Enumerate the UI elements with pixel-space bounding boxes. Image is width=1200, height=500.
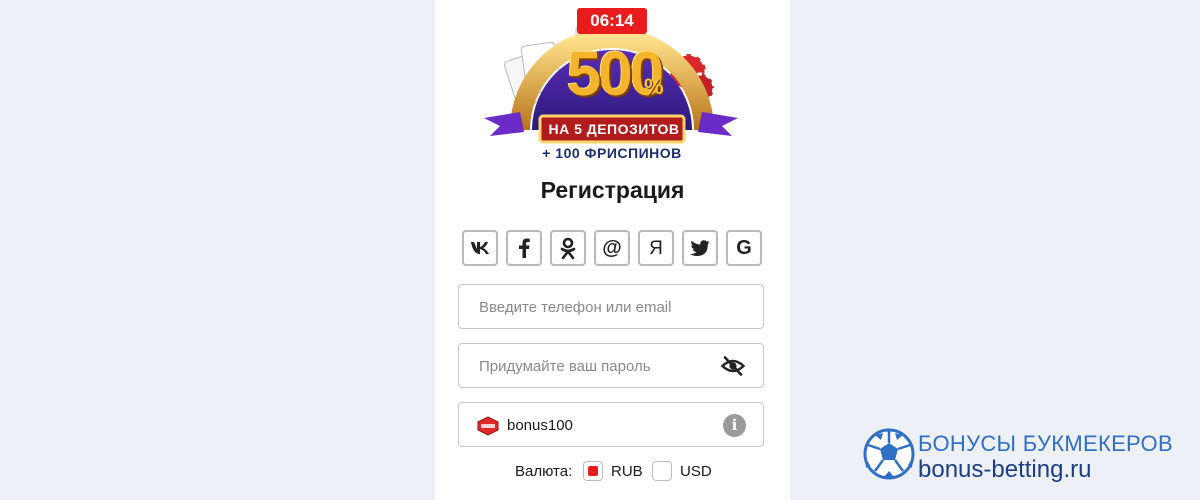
bonus-banner: 500 % НА 5 ДЕПОЗИТОВ + 100 ФРИСПИНОВ	[480, 20, 742, 166]
promo-code-input[interactable]: bonus100 i	[458, 402, 764, 447]
twitter-icon	[690, 239, 710, 256]
facebook-icon	[519, 238, 530, 258]
odnoklassniki-login-button[interactable]	[550, 230, 586, 266]
yandex-icon: Я	[649, 237, 663, 259]
watermark-url: bonus-betting.ru	[918, 456, 1092, 483]
vk-login-button[interactable]	[462, 230, 498, 266]
bonus-ribbon-text: НА 5 ДЕПОЗИТОВ	[548, 121, 680, 137]
watermark-title: БОНУСЫ БУКМЕКЕРОВ	[918, 431, 1173, 456]
bonus-freespins: + 100 ФРИСПИНОВ	[542, 145, 682, 161]
promo-code-value: bonus100	[507, 417, 573, 434]
odnoklassniki-icon	[560, 237, 576, 259]
yandex-login-button[interactable]: Я	[638, 230, 674, 266]
google-login-button[interactable]: G	[726, 230, 762, 266]
page-title: Регистрация	[540, 177, 685, 203]
soccer-ball-icon	[863, 428, 915, 480]
currency-usd-checkbox[interactable]	[652, 461, 672, 481]
currency-usd-label[interactable]: USD	[680, 461, 712, 483]
countdown-timer: 06:14	[577, 8, 647, 34]
google-icon: G	[736, 237, 752, 259]
bonus-percent: %	[644, 74, 664, 99]
vk-icon	[471, 242, 489, 254]
mail-icon: @	[602, 237, 622, 259]
watermark: БОНУСЫ БУКМЕКЕРОВ bonus-betting.ru	[863, 428, 1183, 488]
password-placeholder: Придумайте ваш пароль	[479, 358, 651, 375]
twitter-login-button[interactable]	[682, 230, 718, 266]
password-input[interactable]: Придумайте ваш пароль	[458, 343, 764, 388]
phone-email-input[interactable]: Введите телефон или email	[458, 284, 764, 329]
checked-indicator	[588, 466, 598, 476]
facebook-login-button[interactable]	[506, 230, 542, 266]
currency-rub-checkbox[interactable]	[583, 461, 603, 481]
mail-login-button[interactable]: @	[594, 230, 630, 266]
eye-slash-icon[interactable]	[721, 355, 745, 377]
currency-rub-label[interactable]: RUB	[611, 461, 643, 483]
promo-tag-icon	[477, 416, 499, 436]
phone-email-placeholder: Введите телефон или email	[479, 299, 672, 316]
currency-label: Валюта:	[515, 463, 573, 480]
info-icon[interactable]: i	[723, 414, 746, 437]
